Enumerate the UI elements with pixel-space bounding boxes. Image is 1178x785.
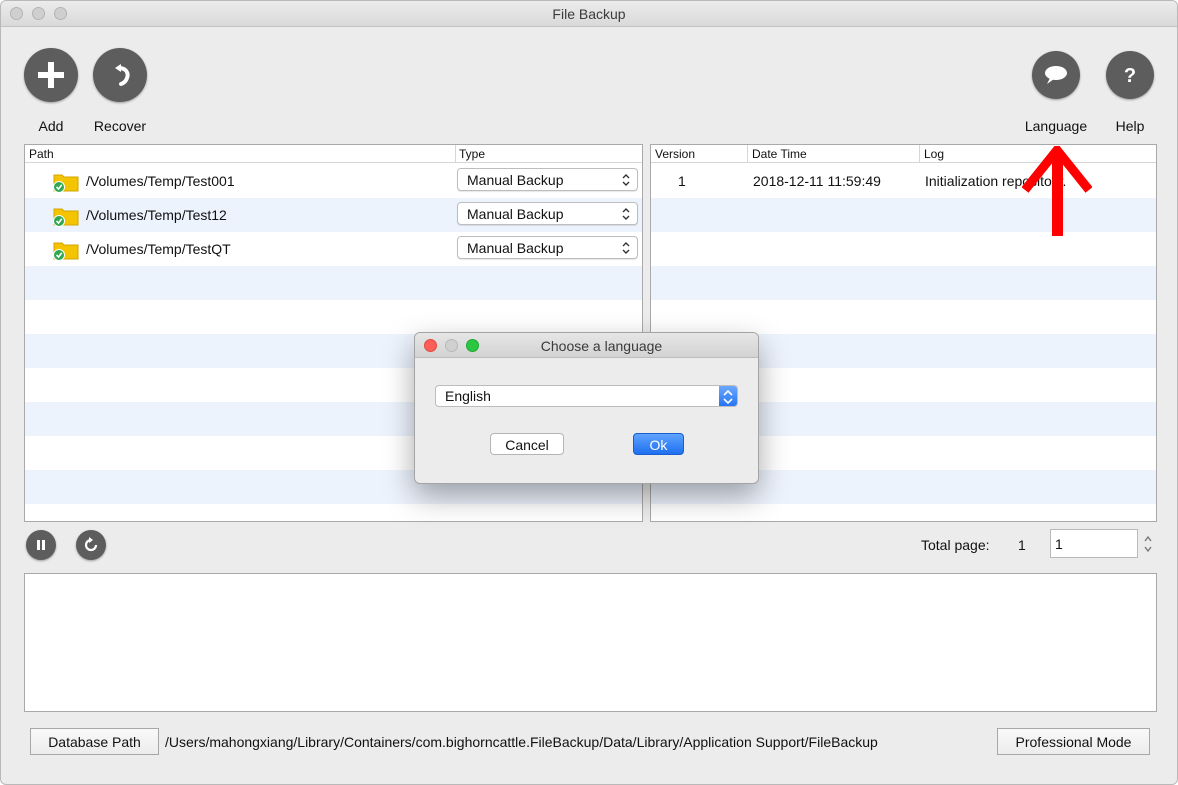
- svg-text:?: ?: [1124, 65, 1136, 87]
- professional-mode-button[interactable]: Professional Mode: [997, 728, 1150, 755]
- refresh-button[interactable]: [76, 530, 106, 560]
- column-header-version[interactable]: Version: [655, 147, 695, 161]
- empty-row: [25, 300, 642, 334]
- folder-check-icon: [53, 174, 79, 193]
- table-row[interactable]: /Volumes/Temp/TestQT Manual Backup: [25, 232, 642, 266]
- language-button[interactable]: [1032, 51, 1080, 99]
- backup-type-value: Manual Backup: [467, 206, 564, 222]
- path-cell: /Volumes/Temp/TestQT: [86, 241, 231, 257]
- add-label: Add: [38, 118, 64, 134]
- question-mark-icon: ?: [1124, 65, 1136, 87]
- undo-arrow-icon: [115, 64, 130, 86]
- page-stepper[interactable]: [1142, 532, 1154, 556]
- pause-icon: [37, 540, 45, 550]
- chevron-updown-icon: [622, 242, 630, 254]
- add-button[interactable]: [24, 48, 78, 102]
- recover-button[interactable]: [93, 48, 147, 102]
- backup-type-value: Manual Backup: [467, 172, 564, 188]
- column-header-datetime[interactable]: Date Time: [752, 147, 807, 161]
- empty-row: [651, 300, 1156, 334]
- plus-icon: [38, 62, 64, 88]
- speech-bubble-icon: [1045, 66, 1067, 84]
- table-row[interactable]: /Volumes/Temp/Test12 Manual Backup: [25, 198, 642, 232]
- chevron-updown-icon: [622, 208, 630, 220]
- language-select-value: English: [445, 388, 491, 404]
- window-title: File Backup: [552, 6, 626, 22]
- folder-check-icon: [53, 208, 79, 227]
- select-arrow: [719, 386, 737, 406]
- column-header-path[interactable]: Path: [29, 147, 54, 161]
- database-path-button[interactable]: Database Path: [30, 728, 159, 755]
- recover-label: Recover: [93, 118, 147, 134]
- title-bar: File Backup: [1, 1, 1177, 27]
- log-output-area[interactable]: [24, 573, 1157, 712]
- backup-type-select[interactable]: Manual Backup: [457, 236, 638, 259]
- choose-language-dialog: Choose a language English Cancel Ok: [414, 332, 759, 484]
- ok-button[interactable]: Ok: [633, 433, 684, 455]
- chevron-updown-icon: [622, 174, 630, 186]
- folder-check-icon: [53, 242, 79, 261]
- language-label: Language: [1024, 118, 1088, 134]
- empty-row: [651, 232, 1156, 266]
- dialog-title: Choose a language: [540, 338, 663, 354]
- datetime-cell: 2018-12-11 11:59:49: [753, 173, 881, 189]
- arrow-up-icon: [1022, 146, 1092, 236]
- help-button[interactable]: ?: [1106, 51, 1154, 99]
- database-path-text: /Users/mahongxiang/Library/Containers/co…: [165, 734, 878, 750]
- table-header: Path Type: [25, 145, 642, 163]
- pause-button[interactable]: [26, 530, 56, 560]
- total-page-value: 1: [1018, 537, 1026, 553]
- total-page-label: Total page:: [921, 537, 990, 553]
- page-number-input[interactable]: 1: [1050, 529, 1138, 558]
- language-select[interactable]: English: [435, 385, 738, 407]
- backup-type-value: Manual Backup: [467, 240, 564, 256]
- column-header-type[interactable]: Type: [459, 147, 485, 161]
- backup-type-select[interactable]: Manual Backup: [457, 168, 638, 191]
- refresh-icon: [84, 537, 98, 552]
- empty-row: [651, 266, 1156, 300]
- path-cell: /Volumes/Temp/Test12: [86, 207, 227, 223]
- dialog-title-bar: Choose a language: [415, 333, 758, 358]
- help-label: Help: [1115, 118, 1145, 134]
- backup-type-select[interactable]: Manual Backup: [457, 202, 638, 225]
- chevron-updown-icon: [723, 389, 733, 405]
- version-cell: 1: [678, 173, 686, 189]
- cancel-button[interactable]: Cancel: [490, 433, 564, 455]
- path-cell: /Volumes/Temp/Test001: [86, 173, 235, 189]
- column-header-log[interactable]: Log: [924, 147, 944, 161]
- table-row[interactable]: /Volumes/Temp/Test001 Manual Backup: [25, 164, 642, 198]
- empty-row: [25, 266, 642, 300]
